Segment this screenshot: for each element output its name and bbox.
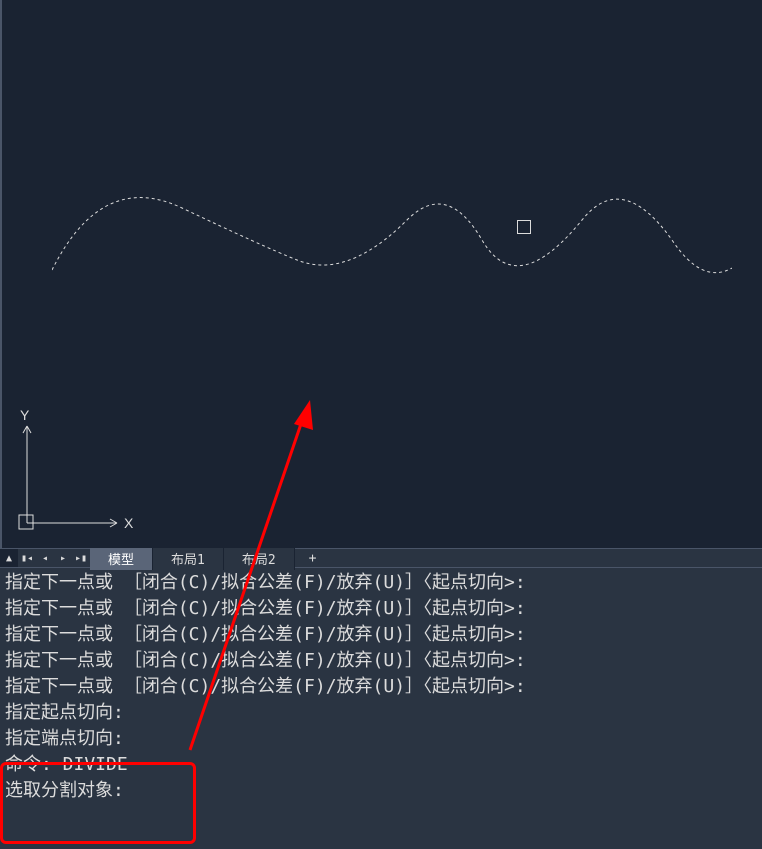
- selection-cursor: [517, 220, 531, 234]
- command-line: 指定下一点或 ［闭合(C)/拟合公差(F)/放弃(U)］〈起点切向>:: [5, 570, 757, 596]
- tab-menu-icon[interactable]: ▲: [0, 549, 18, 567]
- tab-model[interactable]: 模型: [90, 547, 153, 570]
- command-line: 指定下一点或 ［闭合(C)/拟合公差(F)/放弃(U)］〈起点切向>:: [5, 648, 757, 674]
- ucs-y-label: Y: [20, 408, 30, 423]
- tab-last-icon[interactable]: ▸▮: [72, 549, 90, 567]
- command-line: 指定端点切向:: [5, 726, 757, 752]
- command-line: 指定下一点或 ［闭合(C)/拟合公差(F)/放弃(U)］〈起点切向>:: [5, 622, 757, 648]
- command-history[interactable]: 指定下一点或 ［闭合(C)/拟合公差(F)/放弃(U)］〈起点切向>: 指定下一…: [0, 568, 762, 849]
- tab-layout1[interactable]: 布局1: [153, 547, 224, 570]
- tab-next-icon[interactable]: ▸: [54, 549, 72, 567]
- ucs-x-label: X: [124, 515, 134, 531]
- tab-add-button[interactable]: +: [295, 549, 331, 568]
- ucs-icon: X Y: [12, 408, 142, 538]
- tab-prev-icon[interactable]: ◂: [36, 549, 54, 567]
- tab-first-icon[interactable]: ▮◂: [18, 549, 36, 567]
- command-prompt: 选取分割对象:: [5, 778, 757, 804]
- spline-curve: [52, 190, 732, 280]
- command-line: 指定下一点或 ［闭合(C)/拟合公差(F)/放弃(U)］〈起点切向>:: [5, 596, 757, 622]
- drawing-canvas[interactable]: X Y: [0, 0, 762, 548]
- command-line: 指定下一点或 ［闭合(C)/拟合公差(F)/放弃(U)］〈起点切向>:: [5, 674, 757, 700]
- command-line: 指定起点切向:: [5, 700, 757, 726]
- tab-layout2[interactable]: 布局2: [224, 547, 295, 570]
- layout-tab-bar: ▲ ▮◂ ◂ ▸ ▸▮ 模型 布局1 布局2 +: [0, 548, 762, 568]
- command-line: 命令: DIVIDE: [5, 752, 757, 778]
